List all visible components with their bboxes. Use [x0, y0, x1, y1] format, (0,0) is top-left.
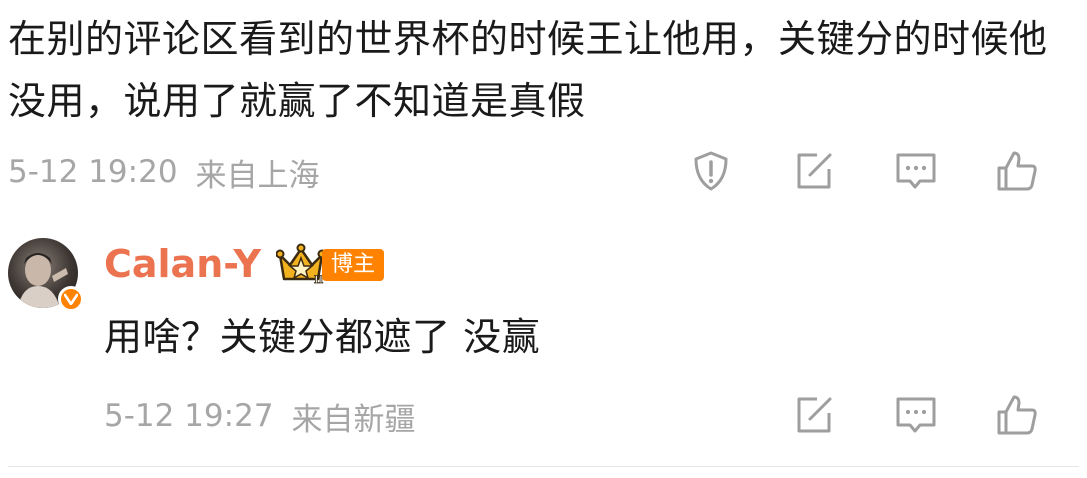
comment-bubble-icon: [896, 397, 936, 433]
share-button[interactable]: [791, 148, 837, 194]
reply-text: 用啥？关键分都遮了 没赢: [104, 315, 541, 359]
edit-box-icon: [797, 153, 832, 189]
reply-share-button[interactable]: [791, 392, 837, 438]
edit-box-icon: [797, 397, 832, 433]
host-badge: 博主: [322, 249, 385, 281]
exclamation-shield-icon: [694, 151, 728, 191]
reply-username[interactable]: Calan-Y: [104, 240, 261, 288]
crown-icon: II: [275, 243, 327, 286]
reply-like-button[interactable]: [994, 392, 1040, 438]
user-avatar[interactable]: [8, 238, 84, 312]
thumbs-up-icon: [997, 395, 1037, 435]
reply-comment-button[interactable]: [893, 392, 939, 438]
thumbs-up-icon: [997, 151, 1037, 191]
verified-badge-icon: [58, 286, 84, 312]
reply-time: 5-12 19:27: [104, 398, 274, 434]
comment-text: 在别的评论区看到的世界杯的时候王让他用，关键分的时候他没用，说用了就赢了不知道是…: [8, 17, 1048, 123]
comment-bubble-icon: [896, 153, 936, 189]
comment-location: 来自上海: [195, 157, 320, 194]
comment-meta: 5-12 19:20 来自上海: [8, 150, 320, 194]
reply-meta: 5-12 19:27 来自新疆: [104, 394, 416, 438]
divider: [8, 466, 1079, 467]
reply-location: 来自新疆: [291, 401, 416, 438]
report-button[interactable]: [688, 148, 734, 194]
like-button[interactable]: [994, 148, 1040, 194]
comment-time: 5-12 19:20: [8, 154, 178, 190]
comment-button[interactable]: [893, 148, 939, 194]
